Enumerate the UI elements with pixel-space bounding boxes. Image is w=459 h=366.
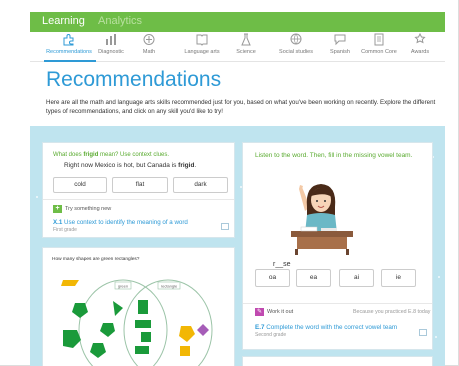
answer-choice[interactable]: dark xyxy=(173,177,228,193)
globe-icon xyxy=(290,33,302,45)
recommendation-type: Try something new xyxy=(65,206,112,212)
divider xyxy=(243,303,432,304)
example-sentence: Right now Mexico is hot, but Canada is f… xyxy=(64,162,197,169)
tab-learning[interactable]: Learning xyxy=(42,15,85,27)
calculator-icon xyxy=(143,34,155,45)
book-icon[interactable] xyxy=(419,329,427,336)
page-title: Recommendations xyxy=(46,68,222,91)
recommendation-type: Work it out xyxy=(267,309,294,315)
grade-level: First grade xyxy=(53,227,77,233)
answer-choice[interactable]: ai xyxy=(339,269,374,287)
word-prompt: r__se xyxy=(273,261,291,268)
nav-awards[interactable]: Awards xyxy=(390,33,450,55)
bar-chart-icon xyxy=(106,34,116,45)
recommendation-card-partial[interactable] xyxy=(242,356,433,366)
nav-label: Awards xyxy=(410,49,430,55)
app-window: Learning Analytics Recommendations Diagn… xyxy=(0,0,459,366)
skill-link[interactable]: E.7 Complete the word with the correct v… xyxy=(255,324,397,331)
book-icon[interactable] xyxy=(221,223,229,230)
active-tab-underline xyxy=(44,60,96,62)
puzzle-icon xyxy=(63,34,74,46)
tab-analytics[interactable]: Analytics xyxy=(98,15,142,27)
answer-choice[interactable]: flat xyxy=(112,177,168,193)
recommendation-reason: Because you practiced E.8 today xyxy=(353,309,431,315)
divider xyxy=(43,199,234,200)
answer-choice[interactable]: ie xyxy=(381,269,416,287)
recommendation-card-vowel-team[interactable]: Listen to the word. Then, fill in the mi… xyxy=(242,142,433,350)
document-icon xyxy=(374,33,384,46)
venn-label-green: green xyxy=(118,284,128,289)
top-nav-bar: Learning Analytics xyxy=(30,12,445,32)
subject-nav: Recommendations Diagnostic Math Language… xyxy=(30,32,445,62)
recommendation-card-context-clues[interactable]: What does frigid mean? Use context clues… xyxy=(42,142,235,238)
recommendation-card-venn[interactable]: How many shapes are green rectangles? gr… xyxy=(42,247,235,366)
student-illustration xyxy=(291,184,353,255)
answer-choice[interactable]: ea xyxy=(296,269,331,287)
venn-label-rectangle: rectangle xyxy=(161,284,178,289)
wrench-icon: ✎ xyxy=(255,308,264,316)
grade-level: Second grade xyxy=(255,332,287,338)
speech-bubble-icon xyxy=(334,34,346,46)
plus-icon: + xyxy=(53,205,62,213)
question-text: How many shapes are green rectangles? xyxy=(52,257,140,262)
instruction-text: Listen to the word. Then, fill in the mi… xyxy=(255,152,413,159)
nav-label: Math xyxy=(142,49,156,55)
question-text: What does frigid mean? Use context clues… xyxy=(53,152,170,158)
flask-icon xyxy=(241,33,251,46)
venn-diagram: green rectangle xyxy=(61,279,213,366)
award-icon xyxy=(414,33,426,44)
answer-choice[interactable]: cold xyxy=(53,177,107,193)
skill-link[interactable]: X.1 Use context to identify the meaning … xyxy=(53,219,188,226)
book-icon xyxy=(196,34,208,46)
nav-math[interactable]: Math xyxy=(119,33,179,55)
answer-choice[interactable]: oa xyxy=(255,269,290,287)
page-intro: Here are all the math and language arts … xyxy=(46,99,436,115)
